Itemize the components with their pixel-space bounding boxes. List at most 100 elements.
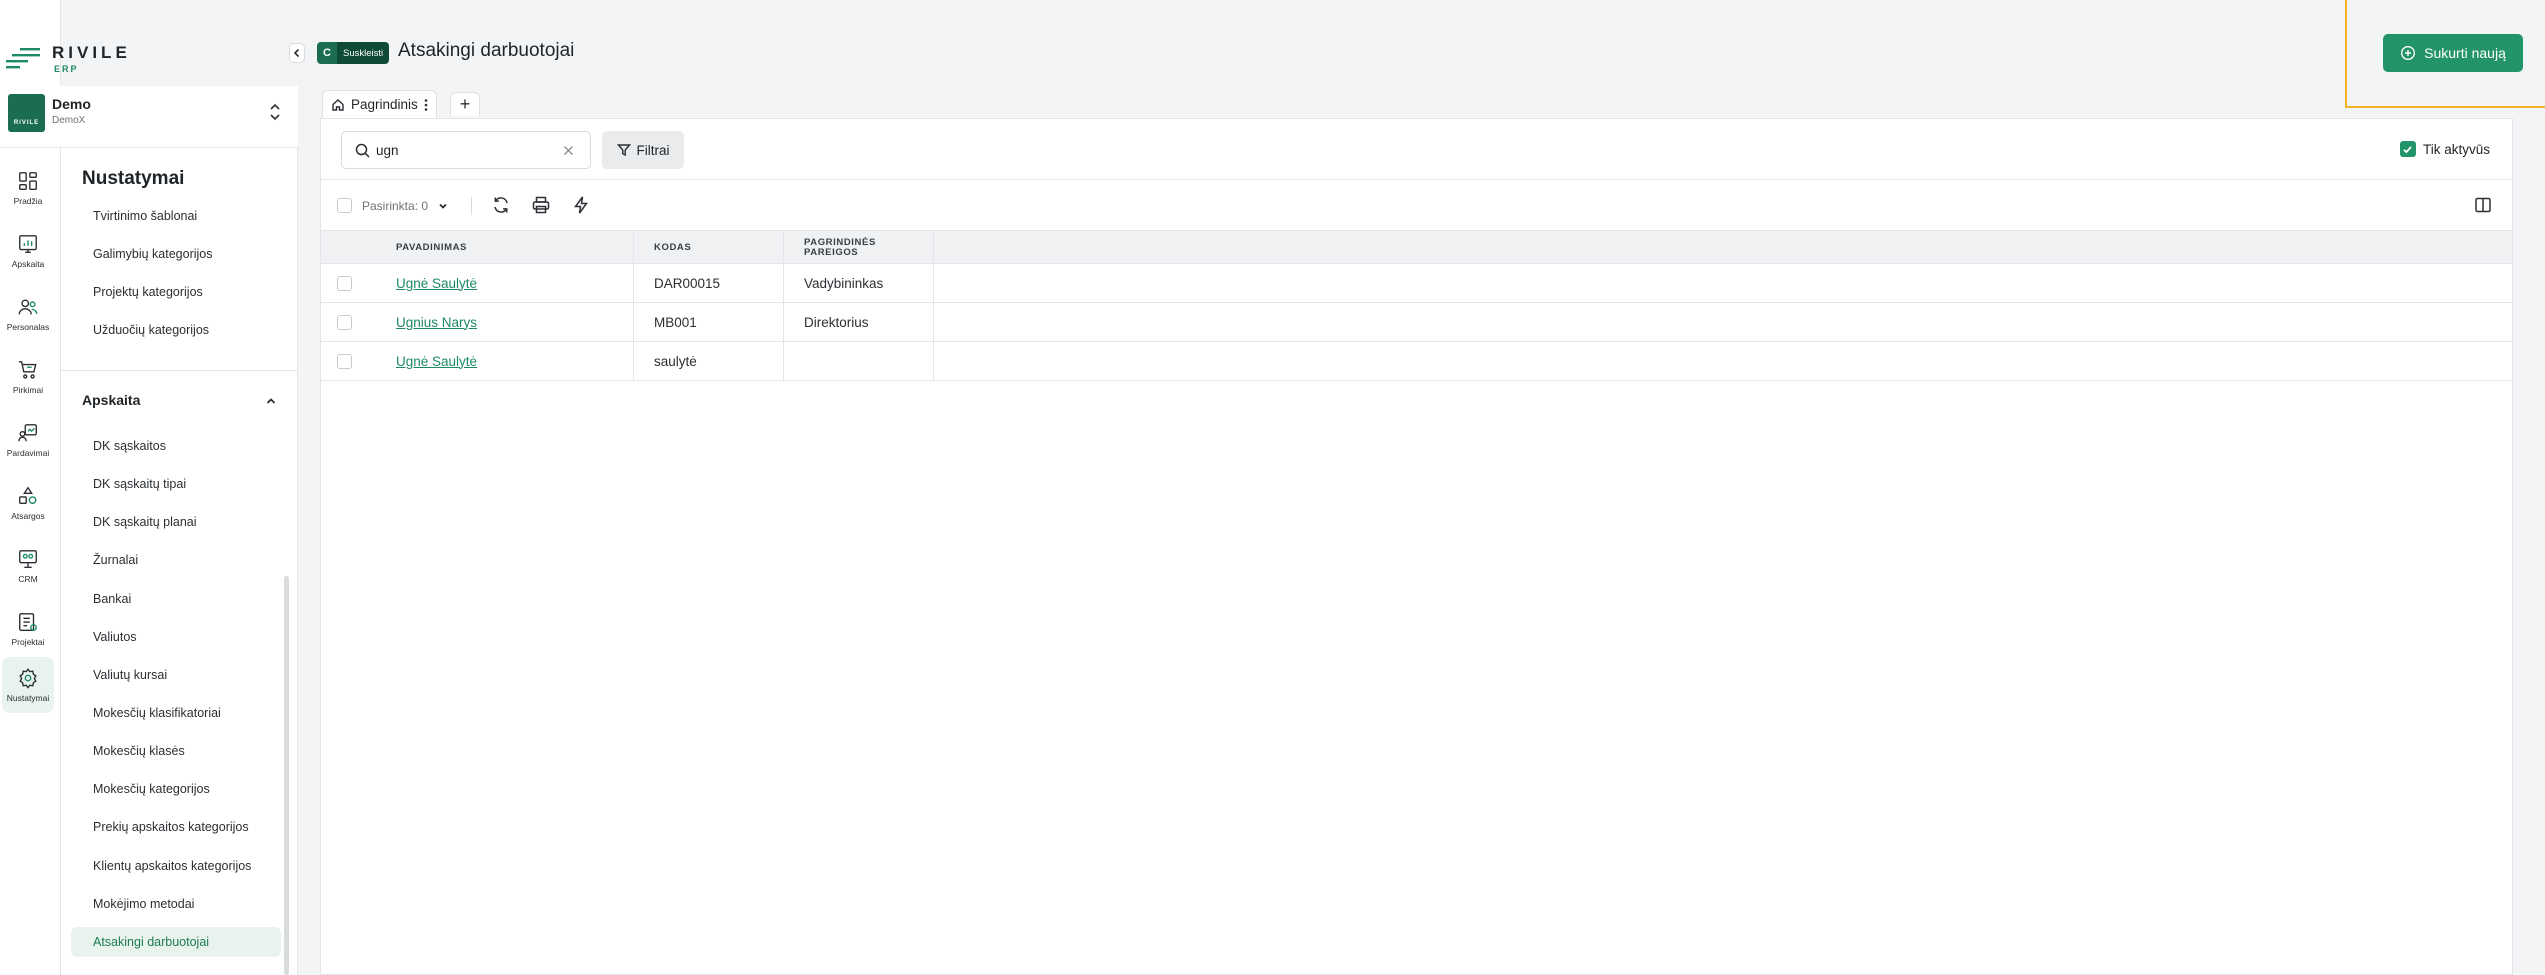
- menu-item[interactable]: Užduočių kategorijos: [71, 315, 281, 345]
- plus-circle-icon: [2401, 45, 2416, 61]
- employee-link[interactable]: Ugnė Saulytė: [396, 276, 477, 291]
- logo-sub: ERP: [54, 64, 79, 74]
- toolbar-separator: [471, 197, 472, 215]
- menu-item[interactable]: Prekių apskaitos kategorijos: [71, 812, 281, 842]
- app-logo[interactable]: RIVILE ERP: [6, 40, 127, 80]
- company-selector[interactable]: RIVILE Demo DemoX: [0, 86, 298, 148]
- collapse-sidebar-button[interactable]: [289, 43, 305, 63]
- rail-item-crm[interactable]: CRM: [2, 538, 54, 594]
- rail-label: Nustatymai: [6, 693, 50, 703]
- sales-icon: [18, 424, 37, 442]
- clear-search-icon[interactable]: [563, 145, 574, 156]
- page-title: Atsakingi darbuotojai: [398, 40, 575, 61]
- gear-icon: [19, 668, 37, 689]
- settings-menu: Nustatymai Tvirtinimo šablonai Galimybių…: [61, 148, 298, 975]
- active-only-label: Tik aktyvūs: [2422, 141, 2490, 157]
- rail-item-personalas[interactable]: Personalas: [2, 286, 54, 342]
- tab-label: Pagrindinis: [351, 97, 418, 112]
- chevron-down-icon[interactable]: [438, 201, 448, 211]
- menu-item[interactable]: Valiutos: [71, 622, 281, 652]
- kebab-menu-icon[interactable]: [424, 98, 428, 112]
- rail-label: Projektai: [11, 637, 45, 647]
- tag-label: Suskleisti: [337, 42, 390, 64]
- table-row[interactable]: Ugnė Saulytė saulytė: [321, 342, 2512, 381]
- menu-item[interactable]: Klientų apskaitos kategorijos: [71, 851, 281, 881]
- select-all-checkbox[interactable]: [337, 198, 352, 213]
- company-name: Demo: [52, 96, 91, 112]
- rail-item-pardavimai[interactable]: Pardavimai: [2, 412, 54, 468]
- menu-item[interactable]: Bankai: [71, 584, 281, 614]
- search-box[interactable]: [341, 131, 591, 169]
- tag-letter: C: [317, 42, 337, 64]
- table-row[interactable]: Ugnė Saulytė DAR00015 Vadybininkas: [321, 264, 2512, 303]
- table-header: PAVADINIMAS KODAS PAGRINDINĖS PAREIGOS: [321, 230, 2512, 265]
- cell-code: DAR00015: [633, 264, 783, 302]
- rail-item-atsargos[interactable]: Atsargos: [2, 475, 54, 531]
- rail-item-pradzia[interactable]: Pradžia: [2, 160, 54, 216]
- menu-item[interactable]: Mokėjimo metodai: [71, 889, 281, 919]
- rail-item-nustatymai[interactable]: Nustatymai: [2, 657, 54, 713]
- filters-button[interactable]: Filtrai: [602, 131, 684, 169]
- active-only-checkbox[interactable]: [2399, 141, 2416, 157]
- chevron-updown-icon[interactable]: [268, 101, 282, 123]
- menu-section-label: Apskaita: [82, 392, 141, 408]
- column-header-position[interactable]: PAGRINDINĖS PAREIGOS: [783, 231, 933, 265]
- crm-icon: [19, 550, 37, 568]
- columns-icon[interactable]: [2474, 196, 2492, 214]
- lightning-icon[interactable]: [571, 195, 591, 215]
- rail-label: CRM: [18, 574, 38, 584]
- check-icon: [2403, 145, 2413, 153]
- menu-item[interactable]: Valiutų kursai: [71, 660, 281, 690]
- menu-item-active[interactable]: Atsakingi darbuotojai: [71, 927, 281, 957]
- menu-item[interactable]: Galimybių kategorijos: [71, 239, 281, 269]
- rail-item-apskaita[interactable]: Apskaita: [2, 223, 54, 279]
- create-new-button[interactable]: Sukurti naują: [2383, 34, 2523, 72]
- rail-label: Pirkimai: [12, 385, 44, 395]
- row-checkbox[interactable]: [337, 276, 352, 291]
- home-icon: [332, 98, 344, 111]
- table-row[interactable]: Ugnius Narys MB001 Direktorius: [321, 303, 2512, 342]
- select-all-control[interactable]: Pasirinkta: 0: [337, 198, 448, 213]
- rail-label: Apskaita: [11, 259, 45, 269]
- filters-label: Filtrai: [636, 142, 670, 158]
- menu-item[interactable]: Projektų kategorijos: [71, 277, 281, 307]
- add-tab-button[interactable]: +: [450, 92, 480, 116]
- column-header-code[interactable]: KODAS: [633, 231, 783, 265]
- row-checkbox[interactable]: [337, 354, 352, 369]
- menu-scrollbar[interactable]: [284, 576, 289, 975]
- menu-title: Nustatymai: [82, 168, 185, 189]
- cell-name: Ugnius Narys: [376, 303, 633, 341]
- menu-item[interactable]: Mokesčių klasės: [71, 736, 281, 766]
- search-input[interactable]: [376, 142, 546, 158]
- menu-item[interactable]: Tvirtinimo šablonai: [71, 201, 281, 231]
- company-logo: RIVILE: [8, 94, 45, 132]
- row-checkbox[interactable]: [337, 315, 352, 330]
- menu-item[interactable]: Mokesčių klasifikatoriai: [71, 698, 281, 728]
- accounting-chart-icon: [19, 235, 37, 253]
- employee-link[interactable]: Ugnė Saulytė: [396, 354, 477, 369]
- menu-item[interactable]: DK sąskaitos: [71, 431, 281, 461]
- tab-pagrindinis[interactable]: Pagrindinis: [322, 90, 437, 118]
- menu-section-apskaita[interactable]: Apskaita: [82, 392, 282, 412]
- menu-item[interactable]: DK sąskaitų planai: [71, 507, 281, 537]
- collapse-tag[interactable]: C Suskleisti: [317, 42, 390, 64]
- refresh-icon[interactable]: [491, 195, 511, 215]
- menu-item[interactable]: Mokesčių kategorijos: [71, 774, 281, 804]
- table-toolbar: Pasirinkta: 0: [321, 180, 2512, 230]
- cell-code: saulytė: [633, 342, 783, 380]
- menu-item[interactable]: Žurnalai: [71, 545, 281, 575]
- active-only-toggle[interactable]: Tik aktyvūs: [2399, 141, 2490, 157]
- selected-count-label: Pasirinkta: 0: [362, 198, 429, 213]
- menu-item[interactable]: DK sąskaitų tipai: [71, 469, 281, 499]
- shapes-icon: [19, 486, 37, 505]
- employee-link[interactable]: Ugnius Narys: [396, 315, 477, 330]
- column-header-name[interactable]: PAVADINIMAS: [376, 231, 633, 265]
- rail-item-pirkimai[interactable]: Pirkimai: [2, 349, 54, 405]
- rail-label: Atsargos: [11, 511, 45, 521]
- print-icon[interactable]: [531, 195, 551, 215]
- rail-label: Pardavimai: [6, 448, 50, 458]
- rail-label: Pradžia: [13, 196, 43, 206]
- rail-item-projektai[interactable]: Projektai: [2, 601, 54, 657]
- cart-icon: [18, 361, 37, 379]
- chevron-up-icon[interactable]: [265, 395, 277, 407]
